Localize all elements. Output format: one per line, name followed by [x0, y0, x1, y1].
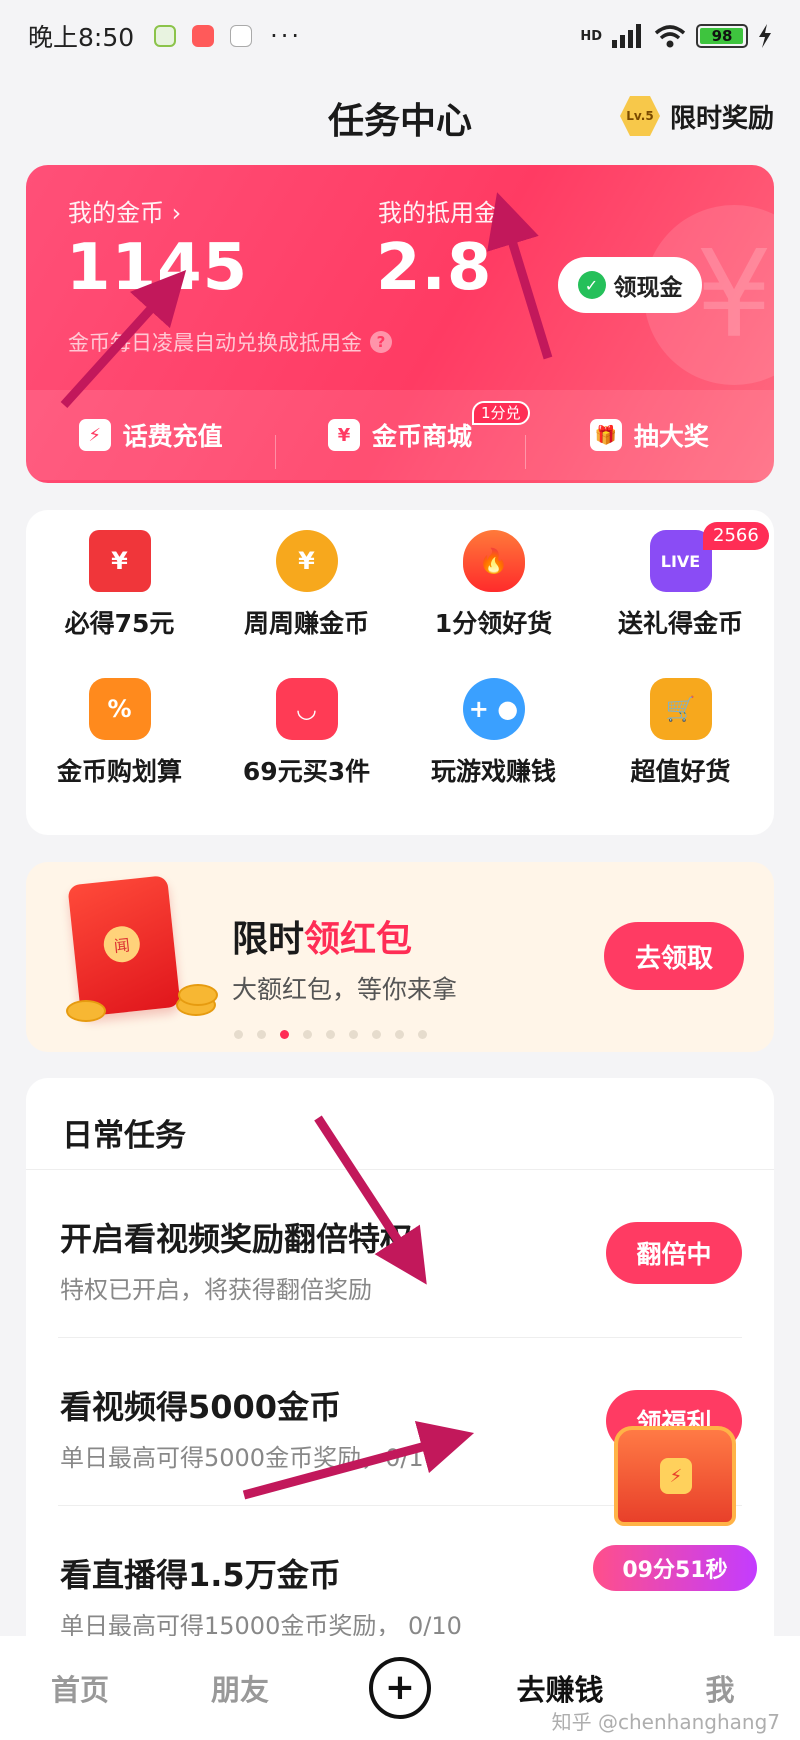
task-title: 看视频得5000金币	[60, 1388, 342, 1426]
coin-mall-label: 金币商城	[371, 422, 472, 451]
shortcut-label: 送礼得金币	[617, 609, 743, 638]
red-envelope-illustration	[67, 875, 181, 1017]
shortcut-gift-coins[interactable]: LIVE 送礼得金币 2566	[587, 522, 774, 678]
task-row: 开启看视频奖励翻倍特权 特权已开启，将获得翻倍奖励 翻倍中	[58, 1170, 742, 1338]
task-title: 看直播得1.5万金币	[60, 1556, 341, 1594]
lottery-label: 抽大奖	[633, 422, 709, 451]
network-label: HD	[580, 28, 602, 44]
shortcut-label: 超值好货	[630, 757, 731, 786]
task-subtitle: 单日最高可得15000金币奖励， 0/10	[60, 1612, 462, 1638]
my-credit-link[interactable]: 我的抵用金 ›	[378, 193, 515, 228]
battery-level: 98	[711, 27, 733, 45]
treasure-chest-widget[interactable]: ⚡ 09分51秒	[590, 1420, 760, 1600]
level-badge-icon: Lv.5	[619, 96, 660, 136]
withdraw-cash-button[interactable]: ✓ 领现金	[558, 257, 702, 313]
nav-earn[interactable]: 去赚钱	[480, 1667, 640, 1709]
phone-recharge-label: 话费充值	[122, 422, 223, 451]
shortcut-69-for-3[interactable]: ◡ 69元买3件	[213, 678, 400, 826]
charging-icon	[759, 24, 771, 48]
wallet-actions: ⚡ 话费充值 ¥ 金币商城 🎁 抽大奖	[26, 390, 774, 480]
nav-create[interactable]: +	[320, 1657, 480, 1719]
treasure-chest-icon: ⚡	[614, 1426, 736, 1526]
shortcut-label: 69元买3件	[242, 757, 371, 786]
plus-icon: +	[369, 1657, 431, 1719]
app-notification-icon	[154, 25, 177, 47]
shortcut-label: 玩游戏赚钱	[430, 757, 556, 786]
app-notification-icon	[192, 25, 215, 47]
withdraw-cash-label: 领现金	[613, 275, 683, 301]
task-title: 开启看视频奖励翻倍特权	[60, 1220, 413, 1258]
live-count-badge: 2566	[703, 522, 769, 550]
flame-icon: 🔥	[462, 530, 525, 592]
coin-mall-tag: 1分兑	[472, 401, 530, 425]
phone-recharge-button[interactable]: ⚡ 话费充值	[26, 417, 275, 453]
shortcut-label: 必得75元	[64, 609, 175, 638]
shopping-bag-icon: %	[88, 678, 151, 740]
lottery-button[interactable]: 🎁 抽大奖	[524, 417, 774, 469]
signal-icon	[612, 24, 641, 48]
lock-icon: ⚡	[660, 1458, 692, 1494]
banner-title: 限时领红包	[232, 919, 413, 960]
shortcut-coin-deals[interactable]: % 金币购划算	[26, 678, 213, 826]
gamepad-icon: + ●	[462, 678, 525, 740]
app-notification-icon	[230, 25, 253, 47]
battery-icon: 98	[696, 24, 748, 48]
red-envelope-icon: ¥	[88, 530, 151, 592]
coin-icon	[178, 984, 218, 1006]
claim-button[interactable]: 去领取	[604, 922, 744, 990]
status-indicators: HD 98	[580, 24, 772, 48]
coin-mall-icon: ¥	[327, 419, 360, 451]
task-subtitle: 单日最高可得5000金币奖励，0/10	[60, 1444, 439, 1472]
coin-icon	[66, 1000, 106, 1022]
shortcut-play-games[interactable]: + ● 玩游戏赚钱	[400, 678, 587, 826]
shortcut-grid-card: ¥ 必得75元 ¥ 周周赚金币 🔥 1分领好货 LIVE 送礼得金币 2566 …	[26, 510, 774, 835]
wallet-hint-text: 金币每日凌晨自动兑换成抵用金	[68, 331, 362, 355]
limited-reward-button[interactable]: Lv.5 限时奖励	[619, 96, 774, 136]
nav-me[interactable]: 我	[640, 1667, 800, 1709]
shortcut-label: 周周赚金币	[243, 609, 369, 638]
credit-value: 2.8	[376, 231, 493, 305]
wallet-card: ¥ 我的金币 › 1145 我的抵用金 › 2.8 ✓ 领现金 金币每日凌晨自动…	[26, 165, 774, 483]
watermark: 知乎 @chenhanghang7	[551, 1710, 780, 1734]
gift-box-icon: ◡	[275, 678, 338, 740]
nav-home[interactable]: 首页	[0, 1667, 160, 1709]
yen-coin-icon: ¥	[275, 530, 338, 592]
nav-friends[interactable]: 朋友	[160, 1667, 320, 1709]
wallet-hint: 金币每日凌晨自动兑换成抵用金 ?	[68, 327, 392, 357]
shortcut-label: 1分领好货	[434, 609, 553, 638]
wifi-icon	[654, 25, 686, 48]
shortcut-guaranteed-75[interactable]: ¥ 必得75元	[26, 530, 213, 678]
my-coins-link[interactable]: 我的金币 ›	[68, 193, 181, 228]
shortcut-one-cent-goods[interactable]: 🔥 1分领好货	[400, 530, 587, 678]
countdown-timer: 09分51秒	[590, 1542, 760, 1594]
cart-icon: 🛒	[649, 678, 712, 740]
coins-value: 1145	[66, 231, 249, 305]
help-icon[interactable]: ?	[370, 331, 392, 353]
shortcut-label: 金币购划算	[56, 757, 182, 786]
phone-bill-icon: ⚡	[78, 419, 111, 451]
double-reward-button[interactable]: 翻倍中	[606, 1222, 742, 1284]
gift-icon: 🎁	[589, 419, 622, 451]
red-envelope-banner[interactable]: 限时领红包 大额红包，等你来拿 去领取	[26, 862, 774, 1052]
more-notifications-icon: ···	[270, 22, 303, 50]
shortcut-value-goods[interactable]: 🛒 超值好货	[587, 678, 774, 826]
wechat-pay-icon: ✓	[577, 271, 606, 299]
section-title: 日常任务	[26, 1078, 774, 1170]
page-header: 任务中心 Lv.5 限时奖励	[0, 80, 800, 150]
carousel-dots	[26, 1030, 774, 1039]
status-time: 晚上8:50	[28, 23, 135, 52]
status-bar: 晚上8:50 ··· HD 98	[0, 0, 800, 72]
task-subtitle: 特权已开启，将获得翻倍奖励	[60, 1276, 372, 1304]
shortcut-weekly-coins[interactable]: ¥ 周周赚金币	[213, 530, 400, 678]
banner-subtitle: 大额红包，等你来拿	[232, 975, 458, 1004]
limited-reward-label: 限时奖励	[669, 103, 774, 134]
